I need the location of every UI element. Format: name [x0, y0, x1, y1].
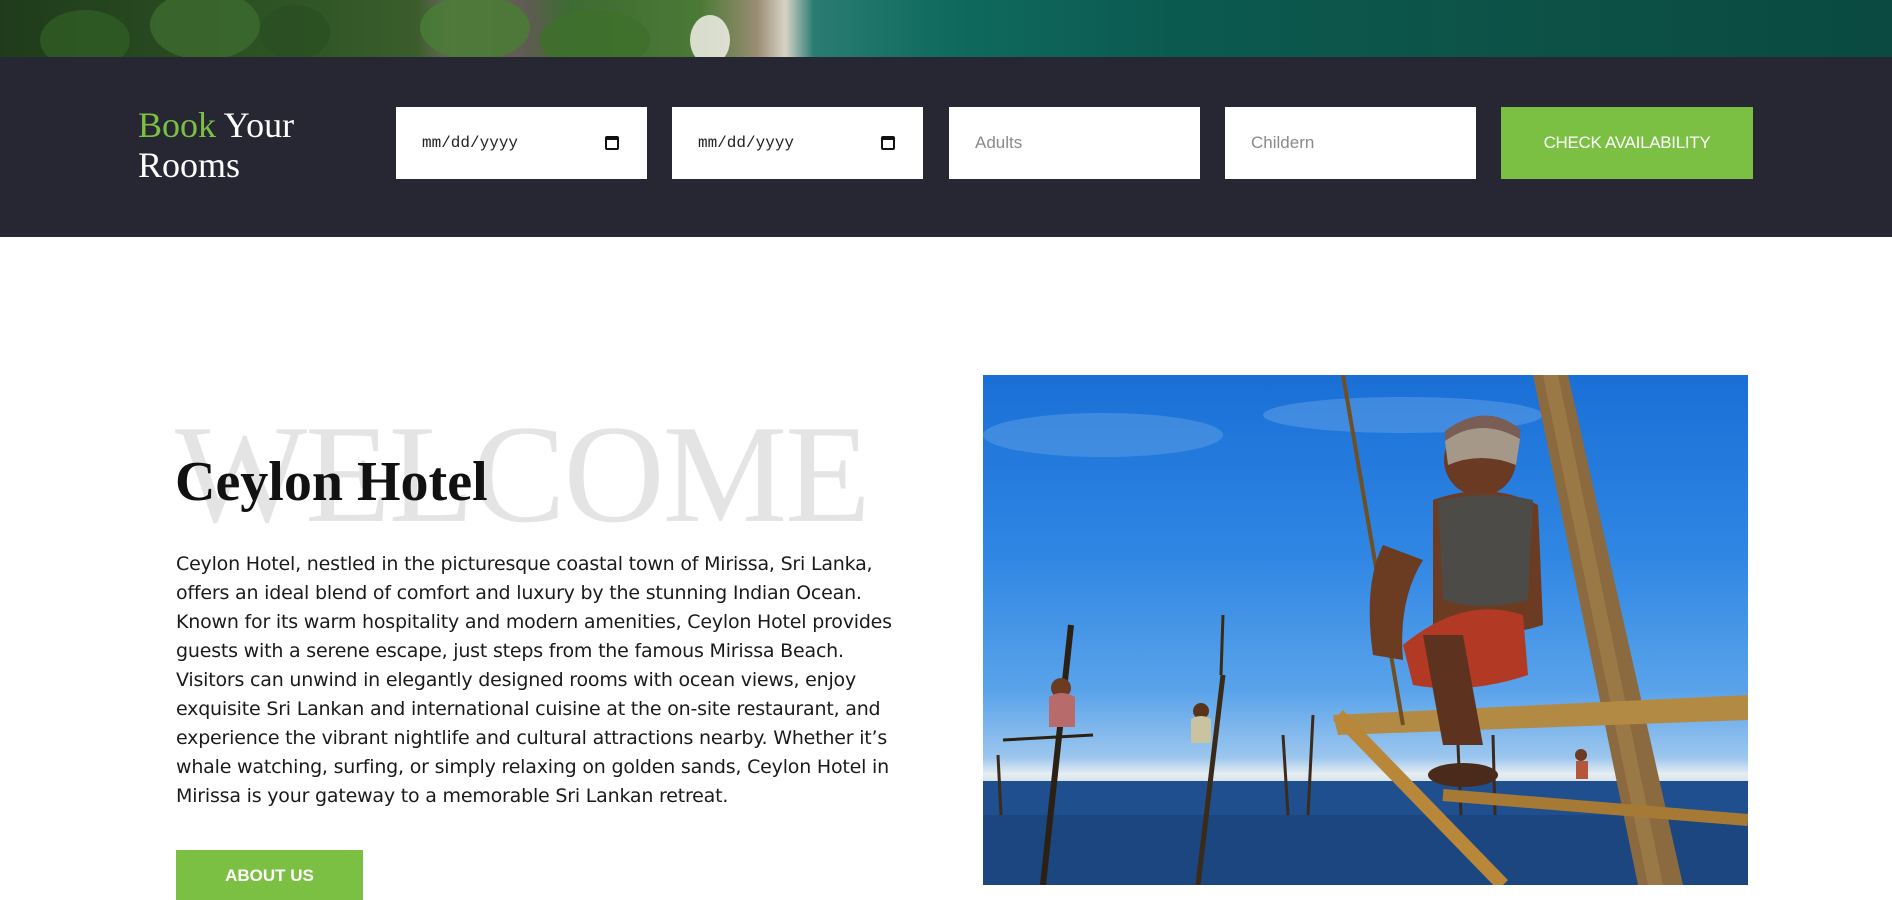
checkout-date-value: mm/dd/yyyy — [698, 134, 795, 152]
booking-title-rest: Your — [216, 105, 295, 145]
children-placeholder: Childern — [1251, 133, 1315, 152]
about-us-button[interactable]: ABOUT US — [176, 850, 363, 900]
checkout-date-input[interactable]: mm/dd/yyyy — [672, 107, 923, 179]
calendar-icon[interactable] — [881, 136, 895, 150]
booking-title: Book Your Rooms — [138, 105, 338, 185]
adults-placeholder: Adults — [975, 133, 1023, 152]
hero-image — [0, 0, 1892, 57]
check-availability-button[interactable]: CHECK AVAILABILITY — [1501, 107, 1753, 179]
checkin-date-input[interactable]: mm/dd/yyyy — [396, 107, 647, 179]
hotel-description: Ceylon Hotel, nestled in the picturesque… — [176, 553, 892, 807]
calendar-icon[interactable] — [605, 136, 619, 150]
booking-bar: Book Your Rooms mm/dd/yyyy mm/dd/yyyy Ad… — [0, 57, 1892, 237]
stilt-fishermen-illustration — [983, 375, 1748, 885]
page-title: Ceylon Hotel — [175, 451, 488, 513]
stilt-fishermen-photo — [983, 375, 1748, 885]
checkin-date-value: mm/dd/yyyy — [422, 134, 519, 152]
booking-title-accent: Book — [138, 105, 217, 145]
booking-title-rooms: Rooms — [138, 145, 241, 185]
children-input[interactable]: Childern — [1225, 107, 1476, 179]
adults-input[interactable]: Adults — [949, 107, 1200, 179]
